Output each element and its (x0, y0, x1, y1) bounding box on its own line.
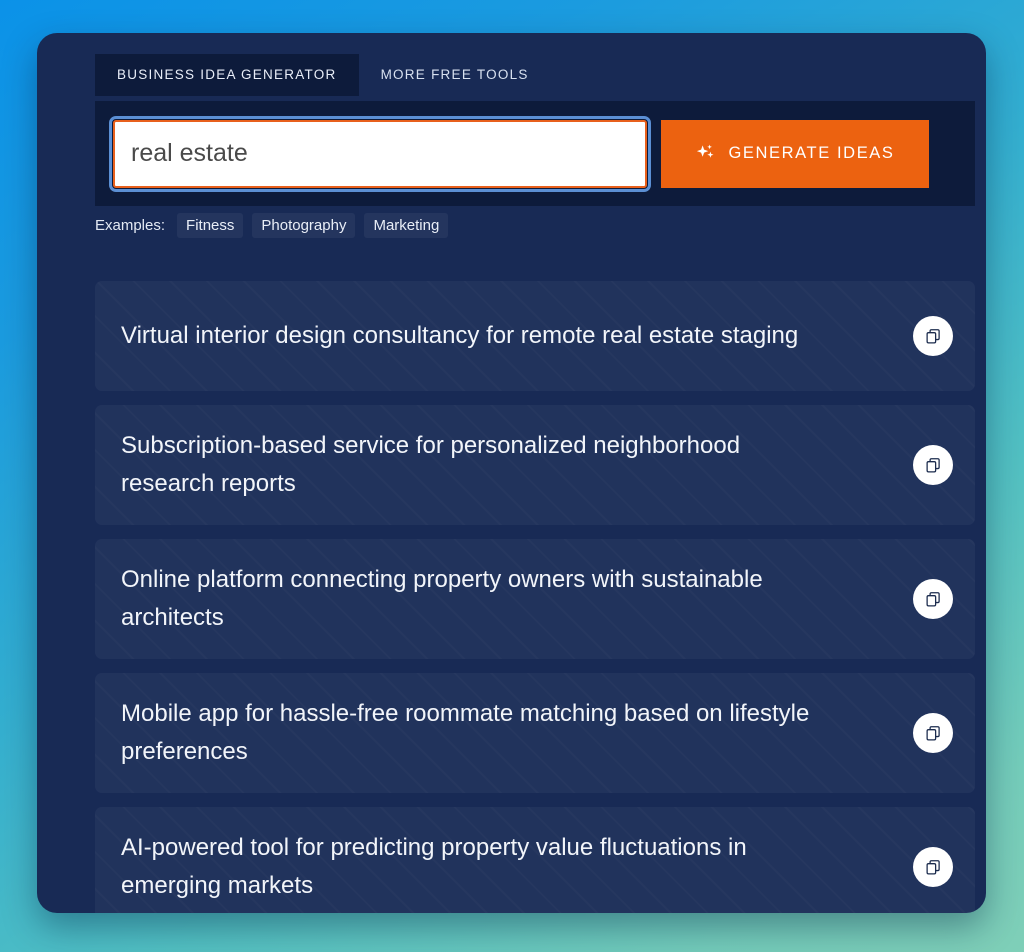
result-text: Subscription-based service for personali… (121, 432, 741, 497)
tab-business-idea-generator[interactable]: BUSINESS IDEA GENERATOR (95, 54, 359, 96)
result-card: Mobile app for hassle-free roommate matc… (95, 673, 975, 793)
copy-button[interactable] (913, 445, 953, 485)
examples-row: Examples: Fitness Photography Marketing (95, 213, 449, 238)
copy-button[interactable] (913, 579, 953, 619)
result-text: AI-powered tool for predicting property … (121, 834, 747, 899)
result-card: Subscription-based service for personali… (95, 405, 975, 525)
example-chip-fitness[interactable]: Fitness (177, 213, 244, 238)
copy-icon (925, 457, 940, 473)
sparkle-icon (697, 144, 714, 158)
results-list: Virtual interior design consultancy for … (95, 281, 975, 913)
tab-more-free-tools[interactable]: MORE FREE TOOLS (359, 54, 551, 96)
generate-ideas-button[interactable]: GENERATE IDEAS (661, 119, 929, 188)
generate-button-label: GENERATE IDEAS (728, 144, 895, 162)
result-card: AI-powered tool for predicting property … (95, 807, 975, 913)
search-bar: GENERATE IDEAS (95, 101, 975, 206)
tab-bar: BUSINESS IDEA GENERATOR MORE FREE TOOLS (37, 33, 986, 101)
result-card: Virtual interior design consultancy for … (95, 281, 975, 391)
copy-icon (925, 859, 940, 875)
result-text: Virtual interior design consultancy for … (121, 322, 799, 349)
examples-label: Examples: (95, 217, 166, 234)
search-input-wrap (109, 115, 651, 192)
result-card: Online platform connecting property owne… (95, 539, 975, 659)
copy-button[interactable] (913, 847, 953, 887)
panel-inner: BUSINESS IDEA GENERATOR MORE FREE TOOLS … (37, 33, 986, 913)
result-text: Online platform connecting property owne… (121, 566, 763, 631)
copy-icon (925, 591, 940, 607)
copy-button[interactable] (913, 316, 953, 356)
result-text: Mobile app for hassle-free roommate matc… (121, 700, 810, 765)
example-chip-photography[interactable]: Photography (252, 213, 356, 238)
copy-button[interactable] (913, 713, 953, 753)
keyword-input[interactable] (109, 115, 651, 192)
copy-icon (925, 328, 940, 344)
copy-icon (925, 725, 940, 741)
example-chip-marketing[interactable]: Marketing (364, 213, 449, 238)
app-panel: BUSINESS IDEA GENERATOR MORE FREE TOOLS … (37, 33, 986, 913)
